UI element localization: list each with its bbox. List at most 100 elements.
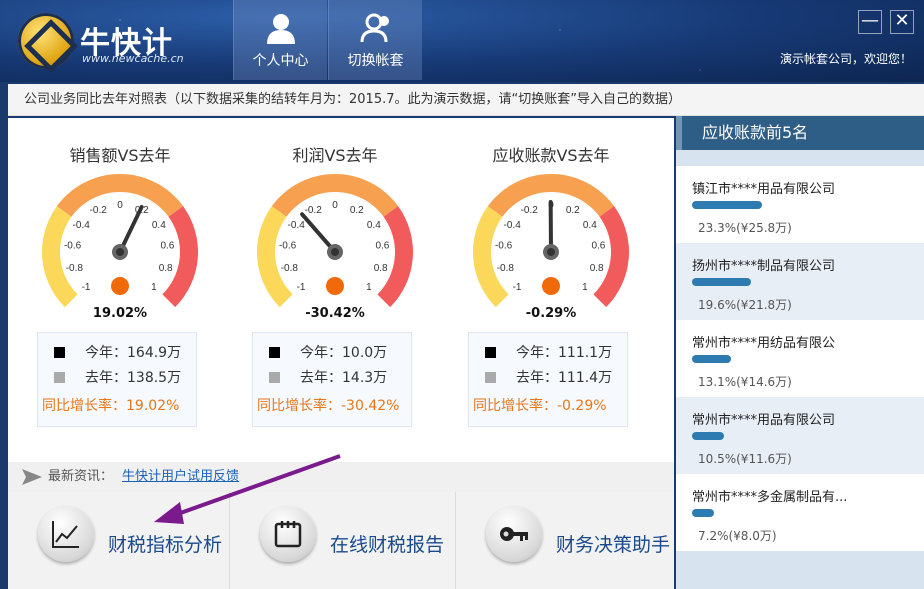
this-year-row: 今年：111.1万 xyxy=(485,343,612,363)
gauge-tick-label: 0 xyxy=(332,200,338,211)
last-year-legend xyxy=(485,372,496,383)
receivable-name: 常州市****用纺品有限公 xyxy=(692,336,836,351)
gauge-tick-label: 0.6 xyxy=(591,240,605,251)
gauge-tick-label: -1 xyxy=(82,282,91,293)
gauge-dial: -1-0.8-0.6-0.4-0.200.20.40.60.81 xyxy=(257,174,413,308)
welcome-text: 演示帐套公司，欢迎您！ xyxy=(779,52,912,66)
gauge-sales: 销售额VS去年 -1-0.8-0.6-0.4-0.200.20.40.60.81… xyxy=(20,118,220,462)
receivable-name: 常州市****用品有限公司 xyxy=(692,413,836,428)
stat-box: 今年：10.0万 去年：14.3万 同比增长率：-30.42% xyxy=(252,332,412,427)
tab-switch-account[interactable]: 切换帐套 xyxy=(328,0,422,80)
this-year-legend xyxy=(54,347,65,358)
gauge-tick-label: 0.4 xyxy=(367,220,381,231)
last-year-row: 去年：111.4万 xyxy=(485,368,612,388)
last-year-value: 去年：14.3万 xyxy=(300,370,388,386)
gauge-tick-label: -0.4 xyxy=(73,220,91,231)
gauge-value: 19.02% xyxy=(92,306,148,321)
this-year-row: 今年：164.9万 xyxy=(54,343,181,363)
gauge-tick-label: 0.4 xyxy=(152,220,166,231)
brand-logo xyxy=(18,13,74,69)
this-year-value: 今年：111.1万 xyxy=(516,345,613,361)
last-year-value: 去年：138.5万 xyxy=(85,370,182,386)
last-year-value: 去年：111.4万 xyxy=(516,370,613,386)
receivable-value: 19.6%(¥21.8万) xyxy=(698,298,792,312)
gauge-dial: -1-0.8-0.6-0.4-0.200.20.40.60.81 xyxy=(473,174,629,308)
user-icon xyxy=(266,14,295,44)
annotation-arrow xyxy=(154,454,341,524)
decision-assistant-button[interactable]: 财务决策助手 xyxy=(456,492,674,589)
gauge-tick-label: -0.6 xyxy=(64,240,82,251)
gauge-tick-label: 1 xyxy=(366,282,372,293)
receivable-bar xyxy=(692,355,731,363)
gauge-tick-label: -0.2 xyxy=(521,205,539,216)
receivables-panel: 应收账款前5名 镇江市****用品有限公司 23.3%(¥25.8万) 扬州市*… xyxy=(676,116,924,589)
this-year-legend xyxy=(485,347,496,358)
key-icon xyxy=(486,506,542,562)
gauge-tick-label: 0.2 xyxy=(350,205,364,216)
tab-personal-center[interactable]: 个人中心 xyxy=(233,0,327,80)
gauge-tick-label: -0.4 xyxy=(288,220,306,231)
receivable-name: 常州市****多金属制品有... xyxy=(692,490,848,505)
gauge-tick-label: -0.6 xyxy=(495,240,513,251)
gauge-status-dot xyxy=(111,277,129,295)
gauge-tick-label: -1 xyxy=(297,282,306,293)
receivable-value: 23.3%(¥25.8万) xyxy=(698,221,792,235)
switch-account-icon xyxy=(360,13,389,43)
gauge-band-high xyxy=(162,206,199,308)
gauge-tick-label: 0.8 xyxy=(374,263,388,274)
last-year-row: 去年：138.5万 xyxy=(54,368,181,388)
minimize-button[interactable]: — xyxy=(858,10,882,34)
last-year-legend xyxy=(54,372,65,383)
gauge-tick-label: -0.8 xyxy=(281,263,299,274)
gauge-tick-label: 0.8 xyxy=(590,263,604,274)
gauge-tick-label: 1 xyxy=(582,282,588,293)
receivable-value: 7.2%(¥8.0万) xyxy=(698,529,777,543)
gauge-status-dot xyxy=(542,277,560,295)
last-year-row: 去年：14.3万 xyxy=(269,368,387,388)
this-year-legend xyxy=(269,347,280,358)
gauge-title: 应收账款VS去年 xyxy=(492,146,610,165)
news-label: 最新资讯： xyxy=(48,469,114,484)
receivable-item[interactable]: 常州市****用品有限公司 10.5%(¥11.6万) xyxy=(676,397,924,474)
gauge-dial: -1-0.8-0.6-0.4-0.200.20.40.60.81 xyxy=(41,174,199,308)
gauge-tick-label: 0.4 xyxy=(583,220,597,231)
gauge-tick-label: -0.8 xyxy=(66,263,84,274)
growth-rate: 同比增长率：-30.42% xyxy=(257,398,400,414)
gauge-title: 利润VS去年 xyxy=(292,146,378,165)
tab-label: 切换帐套 xyxy=(347,53,404,69)
title-bar: 牛快计 www.newcache.cn 个人中心 切换帐套 — ✕ 演示帐套公司… xyxy=(0,0,924,82)
gauge-band-high xyxy=(377,206,413,308)
gauge-tick-label: 1 xyxy=(151,282,157,293)
send-icon xyxy=(22,469,42,485)
info-bar: 公司业务同比去年对照表（以下数据采集的结转年月为：2015.7。此为演示数据，请… xyxy=(8,84,924,116)
receivable-item[interactable]: 扬州市****制品有限公司 19.6%(¥21.8万) xyxy=(676,243,924,320)
receivable-name: 镇江市****用品有限公司 xyxy=(692,182,836,197)
chart-icon xyxy=(38,506,94,562)
receivable-value: 10.5%(¥11.6万) xyxy=(698,452,792,466)
last-year-legend xyxy=(269,372,280,383)
receivable-value: 13.1%(¥14.6万) xyxy=(698,375,792,389)
receivable-bar xyxy=(692,201,762,209)
receivable-item[interactable]: 镇江市****用品有限公司 23.3%(¥25.8万) xyxy=(676,166,924,243)
gauge-tick-label: 0.6 xyxy=(375,240,389,251)
receivable-item[interactable]: 常州市****用纺品有限公 13.1%(¥14.6万) xyxy=(676,320,924,397)
receivable-item[interactable]: 常州市****多金属制品有... 7.2%(¥8.0万) xyxy=(676,474,924,551)
receivable-bar xyxy=(692,432,724,440)
gauge-tick-label: -0.8 xyxy=(497,263,515,274)
gauge-tick-label: -0.2 xyxy=(90,205,108,216)
close-button[interactable]: ✕ xyxy=(890,10,914,34)
gauge-tick-label: -0.2 xyxy=(305,205,323,216)
growth-rate: 同比增长率：-0.29% xyxy=(473,398,607,414)
gauge-tick-label: 0.2 xyxy=(566,205,580,216)
receivables-title: 应收账款前5名 xyxy=(676,116,924,150)
gauge-tick-label: 0.6 xyxy=(160,240,174,251)
gauge-hub-center xyxy=(331,248,339,256)
this-year-row: 今年：10.0万 xyxy=(269,343,387,363)
stat-box: 今年：164.9万 去年：138.5万 同比增长率：19.02% xyxy=(37,332,197,427)
stat-box: 今年：111.1万 去年：111.4万 同比增长率：-0.29% xyxy=(468,332,628,427)
this-year-value: 今年：164.9万 xyxy=(85,345,182,361)
receivable-bar xyxy=(692,278,751,286)
gauge-value: -30.42% xyxy=(305,306,365,321)
receivable-bar xyxy=(692,509,714,517)
brand-url: www.newcache.cn xyxy=(82,52,184,65)
